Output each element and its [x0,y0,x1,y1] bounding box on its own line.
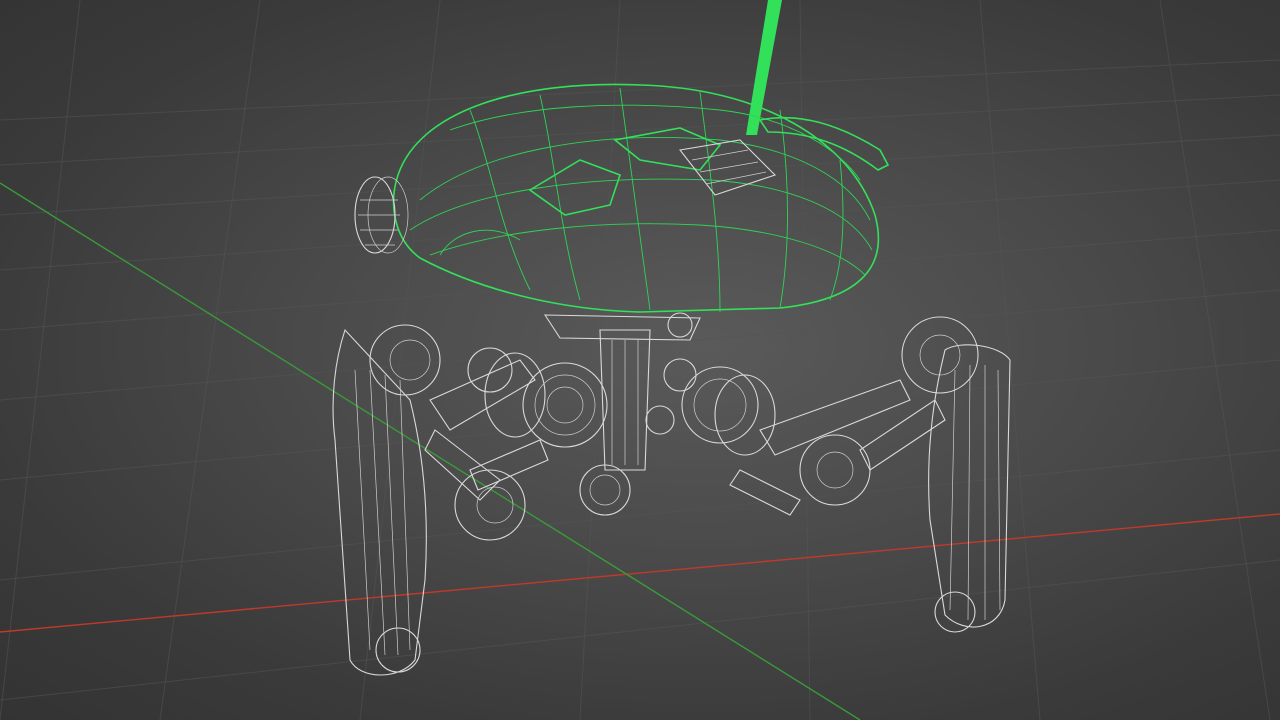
floor-grid [0,0,1280,720]
dome-body[interactable] [354,83,890,313]
leg-left-front[interactable] [332,324,536,676]
x-axis-line [0,513,1280,633]
inner-wheels [469,352,801,516]
3d-viewport[interactable] [0,0,1280,720]
wireframe-scene[interactable] [0,0,1280,720]
leg-right-front[interactable] [759,316,1011,633]
